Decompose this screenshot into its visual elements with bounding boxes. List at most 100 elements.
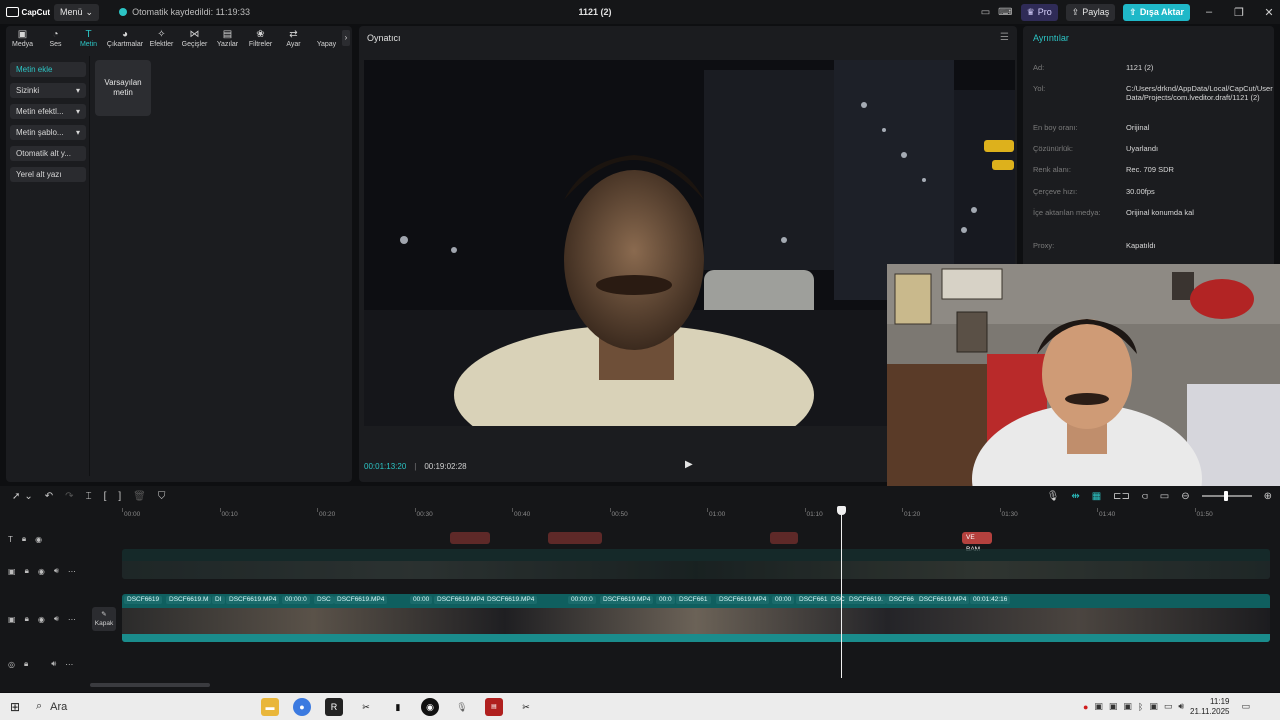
delete-icon[interactable]: 🗑 (133, 491, 146, 502)
export-button[interactable]: ⇧ Dışa Aktar (1123, 3, 1190, 21)
preview-axis-icon[interactable]: ⫏ (1142, 491, 1148, 502)
text-clip[interactable] (770, 532, 798, 544)
speaker-icon[interactable]: 🔊︎ (54, 566, 59, 576)
trim-right-icon[interactable]: ] (118, 491, 121, 502)
speaker-icon[interactable]: 🔊︎ (54, 614, 59, 624)
bluetooth-icon[interactable]: ᛒ (1138, 702, 1143, 712)
text-category-list: Metin ekle Sizinki ▾ Metin efektl... ▾ Met… (10, 62, 86, 188)
trim-left-icon[interactable]: [ (104, 491, 107, 502)
zoom-slider-knob[interactable] (1223, 491, 1228, 501)
select-cursor-icon[interactable]: ➚ (12, 491, 20, 502)
redo-icon[interactable]: ↷ (65, 491, 73, 502)
tool-ai[interactable]: Yapay (310, 26, 343, 52)
timeline-scrollbar[interactable] (90, 683, 210, 687)
snap-icon[interactable]: ⊏⊐ (1113, 491, 1130, 502)
tool-audio[interactable]: ◔ Ses (39, 26, 72, 52)
voicemeeter-icon[interactable]: ▤ (485, 697, 503, 716)
zoom-slider[interactable] (1201, 491, 1252, 501)
split-icon[interactable]: ⌶ (86, 491, 92, 502)
clip-label: DSCF6619.MP4 (226, 596, 280, 604)
microphone-icon[interactable]: 🎙 (1047, 491, 1060, 502)
microphone-app-icon[interactable]: 🎙 (453, 697, 471, 716)
taskbar-search[interactable]: ⌕ Ara (36, 700, 216, 713)
default-text-card[interactable]: Varsayılan metin (95, 60, 151, 116)
network-icon[interactable]: ▭ (1164, 701, 1173, 712)
tray-app-icon[interactable]: ▣ (1094, 701, 1103, 712)
detail-row: Proxy: Kapatıldı (1033, 241, 1156, 250)
category-add-text[interactable]: Metin ekle (10, 62, 86, 77)
capcut-taskbar-icon[interactable]: ✂ (357, 697, 375, 716)
tool-filters[interactable]: ❀ Filtreler (244, 26, 277, 52)
capcut-logo-icon (6, 7, 19, 17)
cover-button[interactable]: ✎ Kapak (92, 607, 116, 631)
tool-media[interactable]: ▣ Medya (6, 26, 39, 52)
tool-effects[interactable]: ✧ Efektler (145, 26, 178, 52)
more-icon[interactable]: ⋯ (68, 615, 76, 624)
tray-app-icon[interactable]: ▣ (1109, 701, 1118, 712)
tool-transitions[interactable]: ⋈ Geçişler (178, 26, 211, 52)
file-explorer-icon[interactable]: ▬ (261, 697, 279, 716)
menu-button[interactable]: Menü ⌄ (54, 3, 100, 21)
detail-row: En boy oranı: Orijinal (1033, 123, 1150, 132)
ruler-tick-label: 00:00 (124, 511, 141, 518)
app-r-icon[interactable]: R (325, 697, 343, 716)
app-pill-icon[interactable]: ▮ (389, 697, 407, 716)
marker-icon[interactable]: ⛉ (158, 491, 166, 502)
project-title: 1121 (2) (578, 7, 612, 17)
notification-icon[interactable]: ▭ (1241, 701, 1250, 712)
category-auto-captions[interactable]: Otomatik alt y... (10, 146, 86, 161)
magnet-icon[interactable]: ▦ (1092, 491, 1101, 502)
lock-icon[interactable]: 🔒︎ (25, 566, 29, 576)
more-icon[interactable]: ⋯ (65, 660, 73, 669)
minimize-icon[interactable]: – (1198, 6, 1220, 18)
undo-icon[interactable]: ↶ (45, 491, 53, 502)
more-icon[interactable]: ⋯ (68, 567, 76, 576)
share-button[interactable]: ⇪ Paylaş (1065, 3, 1116, 21)
link-icon[interactable]: ⇹ (1071, 491, 1079, 502)
shortcut-icon[interactable]: ⌨ (998, 7, 1012, 18)
category-text-effects[interactable]: Metin efektl... ▾ (10, 104, 86, 119)
eye-icon[interactable]: ◉ (38, 567, 45, 576)
close-icon[interactable]: ✕ (1258, 6, 1280, 19)
record-icon[interactable]: ● (1083, 702, 1088, 712)
lock-icon[interactable]: 🔒︎ (22, 534, 26, 544)
volume-icon[interactable]: 🔊︎ (1178, 701, 1184, 712)
text-clip[interactable]: VE BAM (962, 532, 992, 553)
play-icon[interactable]: ▶ (685, 459, 693, 470)
toolbar-scroll-right-icon[interactable]: › (342, 30, 350, 46)
overlay-video-track[interactable] (122, 549, 1270, 579)
chrome-icon[interactable]: ● (293, 697, 311, 716)
chevron-down-icon[interactable]: ⌄ (24, 491, 32, 502)
obs-icon[interactable]: ◉ (421, 697, 439, 716)
speaker-icon[interactable]: 🔊︎ (51, 659, 56, 669)
playhead-handle[interactable] (837, 506, 846, 515)
tool-text[interactable]: T Metin (72, 26, 105, 52)
zoom-out-icon[interactable]: ⊖ (1181, 491, 1189, 502)
hamburger-menu-icon[interactable]: ☰ (1000, 32, 1009, 43)
layout-icon[interactable]: ▭ (981, 7, 990, 18)
tool-stickers[interactable]: ◕ Çıkartmalar (105, 26, 145, 52)
category-local-captions[interactable]: Yerel alt yazı (10, 167, 86, 182)
fit-icon[interactable]: ▭ (1160, 491, 1169, 502)
chevron-down-icon: ⌄ (85, 6, 94, 17)
eye-icon[interactable]: ◉ (35, 535, 42, 544)
windows-start-icon[interactable]: ⊞ (0, 700, 30, 714)
tool-adjust[interactable]: ⇄ Ayar (277, 26, 310, 52)
timeline-ruler[interactable]: 00:00 00:10 00:20 00:30 00:40 00:50 01:00 01:10… (122, 508, 1272, 520)
tool-captions[interactable]: ▤ Yazılar (211, 26, 244, 52)
maximize-icon[interactable]: ❐ (1228, 6, 1250, 19)
text-clip[interactable] (548, 532, 602, 544)
playhead[interactable] (837, 506, 846, 678)
zoom-in-icon[interactable]: ⊕ (1264, 491, 1272, 502)
taskbar-clock[interactable]: 11:19 21.11.2025 (1190, 697, 1229, 717)
category-yours[interactable]: Sizinki ▾ (10, 83, 86, 98)
category-text-templates[interactable]: Metin şablo... ▾ (10, 125, 86, 140)
lock-icon[interactable]: 🔒︎ (24, 659, 28, 669)
lock-icon[interactable]: 🔒︎ (25, 614, 29, 624)
tray-app-icon[interactable]: ▣ (1123, 701, 1132, 712)
capcut-taskbar-icon-2[interactable]: ✂ (517, 697, 535, 716)
pro-button[interactable]: ♛ Pro (1020, 3, 1058, 21)
text-clip[interactable] (450, 532, 490, 544)
eye-icon[interactable]: ◉ (38, 615, 45, 624)
tray-app-icon[interactable]: ▣ (1149, 701, 1158, 712)
